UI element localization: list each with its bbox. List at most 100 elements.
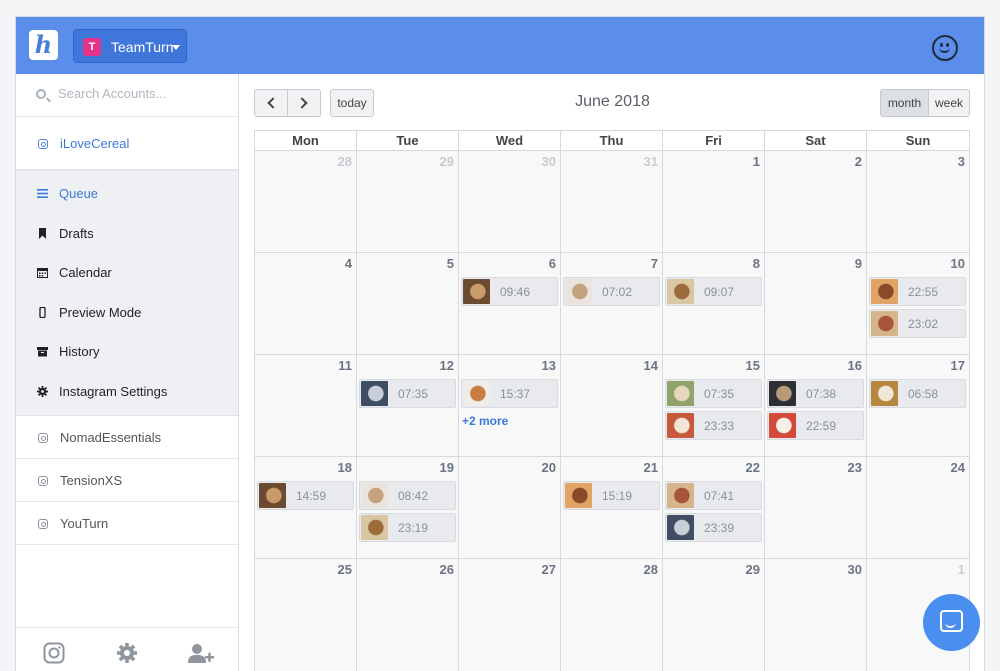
scheduled-post[interactable]: 22:55 bbox=[869, 277, 966, 306]
calendar-day-cell[interactable]: 8 09:07 bbox=[663, 252, 765, 354]
scheduled-post[interactable]: 15:37 bbox=[461, 379, 558, 408]
calendar-day-cell[interactable]: 6 09:46 bbox=[459, 252, 561, 354]
post-time: 23:39 bbox=[704, 521, 735, 535]
post-thumbnail bbox=[667, 483, 694, 508]
calendar-day-cell[interactable]: 26 bbox=[357, 558, 459, 671]
account-item-youturn[interactable]: YouTurn bbox=[16, 502, 238, 545]
scheduled-post[interactable]: 14:59 bbox=[257, 481, 354, 510]
calendar-day-cell[interactable]: 15 07:35 23:33 bbox=[663, 354, 765, 456]
scheduled-post[interactable]: 23:39 bbox=[665, 513, 762, 542]
scheduled-post[interactable]: 07:38 bbox=[767, 379, 864, 408]
scheduled-post[interactable]: 07:02 bbox=[563, 277, 660, 306]
calendar-day-cell[interactable]: 30 bbox=[459, 150, 561, 252]
calendar-day-cell[interactable]: 23 bbox=[765, 456, 867, 558]
scheduled-post[interactable]: 23:33 bbox=[665, 411, 762, 440]
menu-item-queue[interactable]: Queue bbox=[16, 174, 238, 213]
calendar-day-cell[interactable]: 7 07:02 bbox=[561, 252, 663, 354]
chat-launcher-button[interactable] bbox=[923, 594, 980, 651]
calendar-day-cell[interactable]: 12 07:35 bbox=[357, 354, 459, 456]
calendar-day-cell[interactable]: 28 bbox=[255, 150, 357, 252]
calendar-day-cell[interactable]: 24 bbox=[867, 456, 969, 558]
day-number: 21 bbox=[643, 460, 658, 475]
add-user-icon[interactable] bbox=[187, 642, 215, 664]
month-view-button[interactable]: month bbox=[880, 89, 929, 117]
scheduled-post[interactable]: 22:59 bbox=[767, 411, 864, 440]
calendar-day-cell[interactable]: 20 bbox=[459, 456, 561, 558]
calendar-day-cell[interactable]: 29 bbox=[663, 558, 765, 671]
calendar-day-cell[interactable]: 16 07:38 22:59 bbox=[765, 354, 867, 456]
more-posts-link[interactable]: +2 more bbox=[462, 414, 508, 428]
menu-item-calendar[interactable]: Calendar bbox=[16, 253, 238, 292]
account-item-tensionxs[interactable]: TensionXS bbox=[16, 459, 238, 502]
day-number: 15 bbox=[745, 358, 760, 373]
scheduled-post[interactable]: 07:35 bbox=[359, 379, 456, 408]
instagram-icon[interactable] bbox=[43, 642, 65, 664]
settings-gear-icon[interactable] bbox=[116, 642, 138, 664]
menu-item-drafts[interactable]: Drafts bbox=[16, 214, 238, 253]
scheduled-post[interactable]: 07:41 bbox=[665, 481, 762, 510]
account-item-nomadessentials[interactable]: NomadEssentials bbox=[16, 416, 238, 459]
account-label: NomadEssentials bbox=[60, 430, 162, 445]
calendar-day-cell[interactable]: 5 bbox=[357, 252, 459, 354]
calendar-day-cell[interactable]: 19 08:42 23:19 bbox=[357, 456, 459, 558]
calendar-day-cell[interactable]: 10 22:55 23:02 bbox=[867, 252, 969, 354]
team-switcher-button[interactable]: T TeamTurn bbox=[73, 29, 187, 63]
calendar-day-cell[interactable]: 18 14:59 bbox=[255, 456, 357, 558]
calendar-day-cell[interactable]: 17 06:58 bbox=[867, 354, 969, 456]
calendar-day-cell[interactable]: 22 07:41 23:39 bbox=[663, 456, 765, 558]
smiley-icon[interactable] bbox=[932, 35, 958, 61]
account-item-ilovecereal[interactable]: iLoveCereal bbox=[16, 117, 238, 170]
scheduled-post[interactable]: 15:19 bbox=[563, 481, 660, 510]
day-number: 12 bbox=[439, 358, 454, 373]
calendar-day-cell[interactable]: 27 bbox=[459, 558, 561, 671]
scheduled-post[interactable]: 06:58 bbox=[869, 379, 966, 408]
scheduled-post[interactable]: 07:35 bbox=[665, 379, 762, 408]
post-thumbnail bbox=[871, 381, 898, 406]
calendar-day-cell[interactable]: 9 bbox=[765, 252, 867, 354]
day-number: 28 bbox=[337, 154, 352, 169]
scheduled-post[interactable]: 23:19 bbox=[359, 513, 456, 542]
post-time: 22:59 bbox=[806, 419, 837, 433]
calendar-day-cell[interactable]: 14 bbox=[561, 354, 663, 456]
caret-down-icon bbox=[172, 45, 180, 50]
scheduled-post[interactable]: 09:07 bbox=[665, 277, 762, 306]
month-grid: Mon Tue Wed Thu Fri Sat Sun 28 29 30 31 1 2 3 4 5 6 09:46… bbox=[254, 130, 970, 671]
gear-icon bbox=[37, 386, 48, 397]
day-number: 24 bbox=[950, 460, 965, 475]
calendar-day-cell[interactable]: 21 15:19 bbox=[561, 456, 663, 558]
search-input[interactable] bbox=[58, 86, 228, 101]
instagram-icon bbox=[38, 476, 48, 486]
search-icon bbox=[36, 89, 46, 99]
calendar-day-cell[interactable]: 3 bbox=[867, 150, 969, 252]
sidebar: iLoveCereal Queue Drafts Calendar Previe… bbox=[16, 74, 239, 671]
calendar-day-cell[interactable]: 29 bbox=[357, 150, 459, 252]
menu-item-history[interactable]: History bbox=[16, 332, 238, 371]
menu-label: Drafts bbox=[59, 226, 94, 241]
calendar-day-cell[interactable]: 30 bbox=[765, 558, 867, 671]
menu-item-preview-mode[interactable]: Preview Mode bbox=[16, 293, 238, 332]
post-thumbnail bbox=[361, 381, 388, 406]
calendar-day-cell[interactable]: 11 bbox=[255, 354, 357, 456]
app-logo[interactable]: h bbox=[29, 30, 58, 60]
post-thumbnail bbox=[667, 413, 694, 438]
calendar-day-cell[interactable]: 2 bbox=[765, 150, 867, 252]
calendar-day-cell[interactable]: 13 15:37 +2 more bbox=[459, 354, 561, 456]
post-thumbnail bbox=[463, 279, 490, 304]
scheduled-post[interactable]: 09:46 bbox=[461, 277, 558, 306]
calendar-day-cell[interactable]: 25 bbox=[255, 558, 357, 671]
scheduled-post[interactable]: 23:02 bbox=[869, 309, 966, 338]
post-thumbnail bbox=[565, 483, 592, 508]
calendar-day-cell[interactable]: 28 bbox=[561, 558, 663, 671]
post-thumbnail bbox=[667, 381, 694, 406]
day-number: 30 bbox=[847, 562, 862, 577]
calendar-day-cell[interactable]: 31 bbox=[561, 150, 663, 252]
post-time: 22:55 bbox=[908, 285, 939, 299]
week-view-button[interactable]: week bbox=[928, 89, 970, 117]
menu-item-instagram-settings[interactable]: Instagram Settings bbox=[16, 372, 238, 411]
calendar-day-cell[interactable]: 4 bbox=[255, 252, 357, 354]
day-of-week-header: Sun bbox=[905, 133, 931, 148]
day-of-week-header: Sat bbox=[765, 131, 867, 150]
day-number: 30 bbox=[541, 154, 556, 169]
scheduled-post[interactable]: 08:42 bbox=[359, 481, 456, 510]
calendar-day-cell[interactable]: 1 bbox=[663, 150, 765, 252]
